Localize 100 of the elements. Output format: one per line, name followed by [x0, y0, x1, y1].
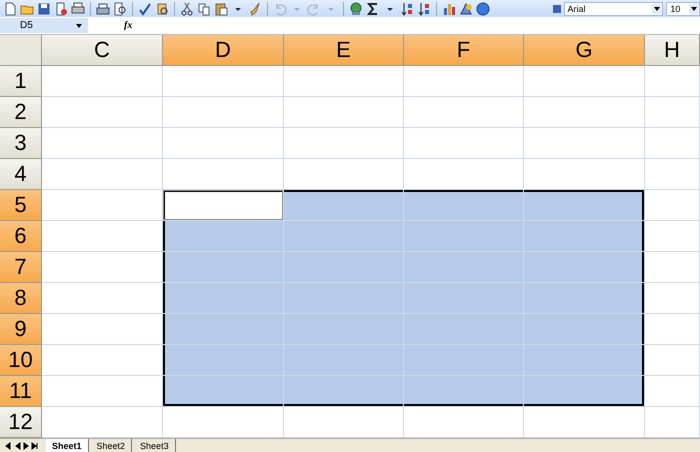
cell[interactable]	[524, 128, 645, 159]
cell[interactable]	[524, 314, 645, 345]
cell[interactable]	[524, 97, 645, 128]
cell[interactable]	[524, 376, 645, 407]
cell[interactable]	[42, 345, 163, 376]
cell[interactable]	[524, 159, 645, 190]
cell[interactable]	[404, 314, 524, 345]
cell[interactable]	[42, 190, 163, 221]
cell[interactable]	[42, 221, 163, 252]
printer-icon[interactable]	[71, 2, 85, 16]
cell[interactable]	[524, 190, 645, 221]
drawing-icon[interactable]	[458, 2, 473, 16]
column-header[interactable]: F	[404, 35, 524, 66]
active-cell[interactable]	[163, 190, 284, 221]
magnifier-icon[interactable]	[112, 2, 127, 16]
sum-icon[interactable]	[366, 2, 380, 16]
cell[interactable]	[404, 345, 524, 376]
cell[interactable]	[284, 345, 404, 376]
cell[interactable]	[645, 252, 700, 283]
cell[interactable]	[645, 190, 700, 221]
cell[interactable]	[404, 190, 524, 221]
cell[interactable]	[645, 66, 700, 97]
cell[interactable]	[284, 159, 404, 190]
cell[interactable]	[645, 128, 700, 159]
research-icon[interactable]	[154, 2, 169, 16]
cell[interactable]	[42, 283, 163, 314]
select-all-corner[interactable]	[0, 35, 42, 66]
insert-function-label[interactable]: fx	[124, 20, 132, 32]
clipboard-icon[interactable]	[214, 2, 228, 16]
cell[interactable]	[404, 283, 524, 314]
save-icon[interactable]	[37, 2, 51, 16]
cell[interactable]	[645, 345, 700, 376]
sort-descending-icon[interactable]	[416, 2, 431, 16]
row-header[interactable]: 4	[0, 159, 42, 190]
cell[interactable]	[645, 221, 700, 252]
cell[interactable]	[404, 376, 524, 407]
cell[interactable]	[284, 314, 404, 345]
row-header[interactable]: 6	[0, 221, 42, 252]
cell[interactable]	[404, 407, 524, 438]
cell[interactable]	[524, 283, 645, 314]
cell[interactable]	[42, 128, 163, 159]
cell[interactable]	[42, 159, 163, 190]
cell[interactable]	[163, 128, 284, 159]
cell[interactable]	[284, 128, 404, 159]
cell[interactable]	[163, 314, 284, 345]
cell[interactable]	[284, 190, 404, 221]
cell[interactable]	[42, 376, 163, 407]
row-header[interactable]: 9	[0, 314, 42, 345]
copy-icon[interactable]	[196, 2, 211, 16]
cell[interactable]	[645, 376, 700, 407]
cell[interactable]	[163, 159, 284, 190]
cell[interactable]	[284, 252, 404, 283]
cell[interactable]	[42, 66, 163, 97]
column-header[interactable]: E	[284, 35, 404, 66]
cell[interactable]	[404, 128, 524, 159]
chart-icon[interactable]	[442, 2, 456, 16]
cell[interactable]	[42, 252, 163, 283]
row-header[interactable]: 2	[0, 97, 42, 128]
cell[interactable]	[404, 97, 524, 128]
cell[interactable]	[163, 283, 284, 314]
new-document-icon[interactable]	[3, 2, 17, 16]
cell[interactable]	[42, 97, 163, 128]
cell[interactable]	[404, 221, 524, 252]
column-header[interactable]: H	[645, 35, 700, 66]
column-header[interactable]: G	[524, 35, 645, 66]
row-header[interactable]: 10	[0, 345, 42, 376]
cell[interactable]	[524, 345, 645, 376]
document-icon[interactable]	[54, 2, 68, 16]
row-header[interactable]: 3	[0, 128, 42, 159]
row-header[interactable]: 12	[0, 407, 42, 438]
cell[interactable]	[284, 221, 404, 252]
cell[interactable]	[163, 345, 284, 376]
row-header[interactable]: 5	[0, 190, 42, 221]
cell[interactable]	[163, 97, 284, 128]
cell[interactable]	[284, 407, 404, 438]
cell[interactable]	[284, 283, 404, 314]
cell[interactable]	[404, 252, 524, 283]
cell[interactable]	[645, 283, 700, 314]
cell[interactable]	[163, 376, 284, 407]
font-name-dropdown[interactable]: Arial	[564, 2, 664, 16]
cell[interactable]	[163, 221, 284, 252]
cell[interactable]	[645, 407, 700, 438]
row-header[interactable]: 1	[0, 66, 42, 97]
scissors-icon[interactable]	[180, 2, 194, 16]
cell[interactable]	[284, 376, 404, 407]
sheet-tab[interactable]: Sheet1	[46, 439, 89, 452]
sort-ascending-icon[interactable]	[400, 2, 414, 16]
cell[interactable]	[524, 407, 645, 438]
cell[interactable]	[645, 159, 700, 190]
cell[interactable]	[524, 221, 645, 252]
cell[interactable]	[42, 407, 163, 438]
cell[interactable]	[645, 314, 700, 345]
cell[interactable]	[524, 252, 645, 283]
cell[interactable]	[404, 159, 524, 190]
cell[interactable]	[524, 66, 645, 97]
column-header[interactable]: D	[163, 35, 284, 66]
column-header[interactable]: C	[42, 35, 163, 66]
row-header[interactable]: 8	[0, 283, 42, 314]
row-header[interactable]: 7	[0, 252, 42, 283]
cell[interactable]	[284, 66, 404, 97]
